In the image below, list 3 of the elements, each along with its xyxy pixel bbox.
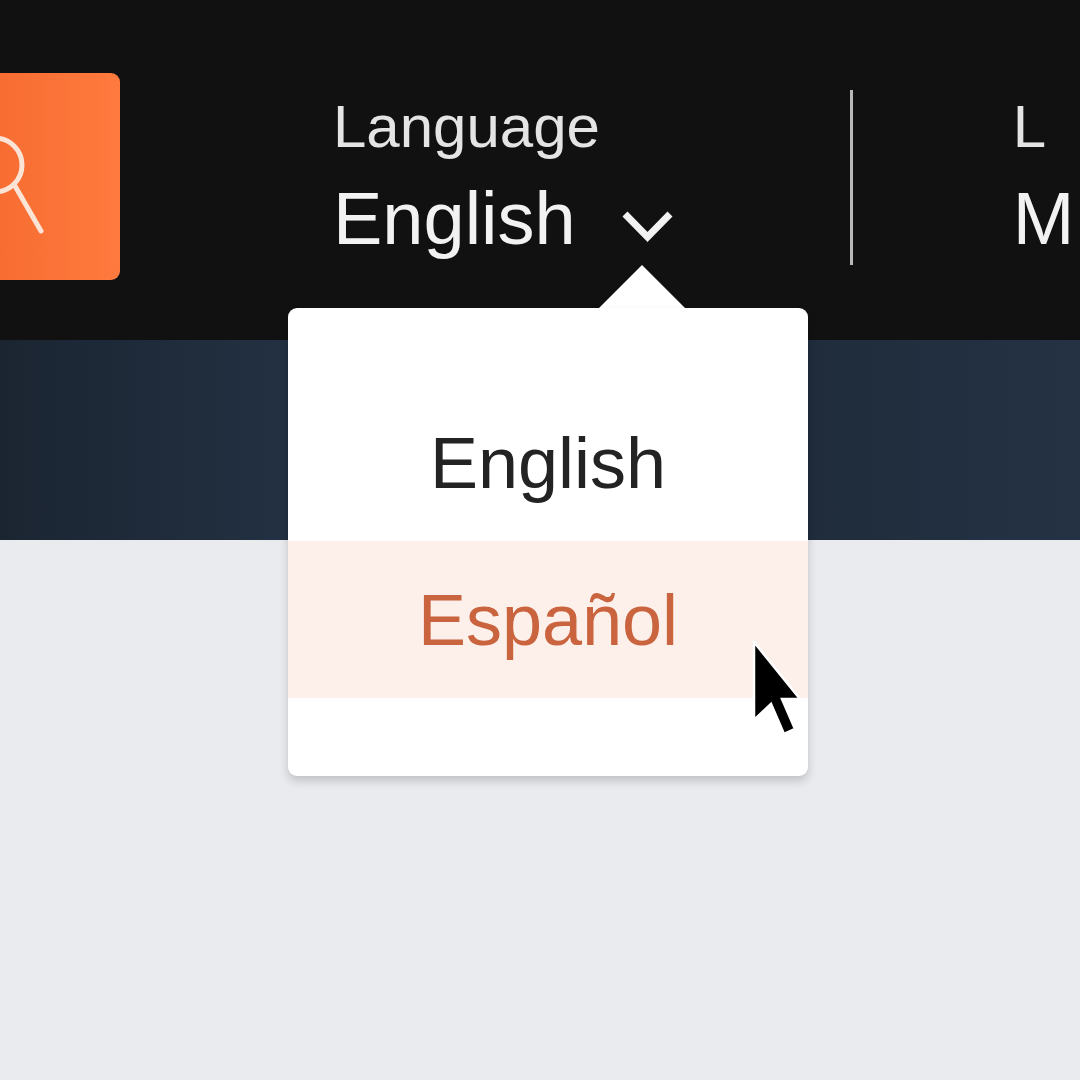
language-option[interactable]: Español (288, 541, 808, 698)
header-link[interactable]: L M (1012, 97, 1075, 256)
language-option[interactable]: English (288, 384, 808, 541)
